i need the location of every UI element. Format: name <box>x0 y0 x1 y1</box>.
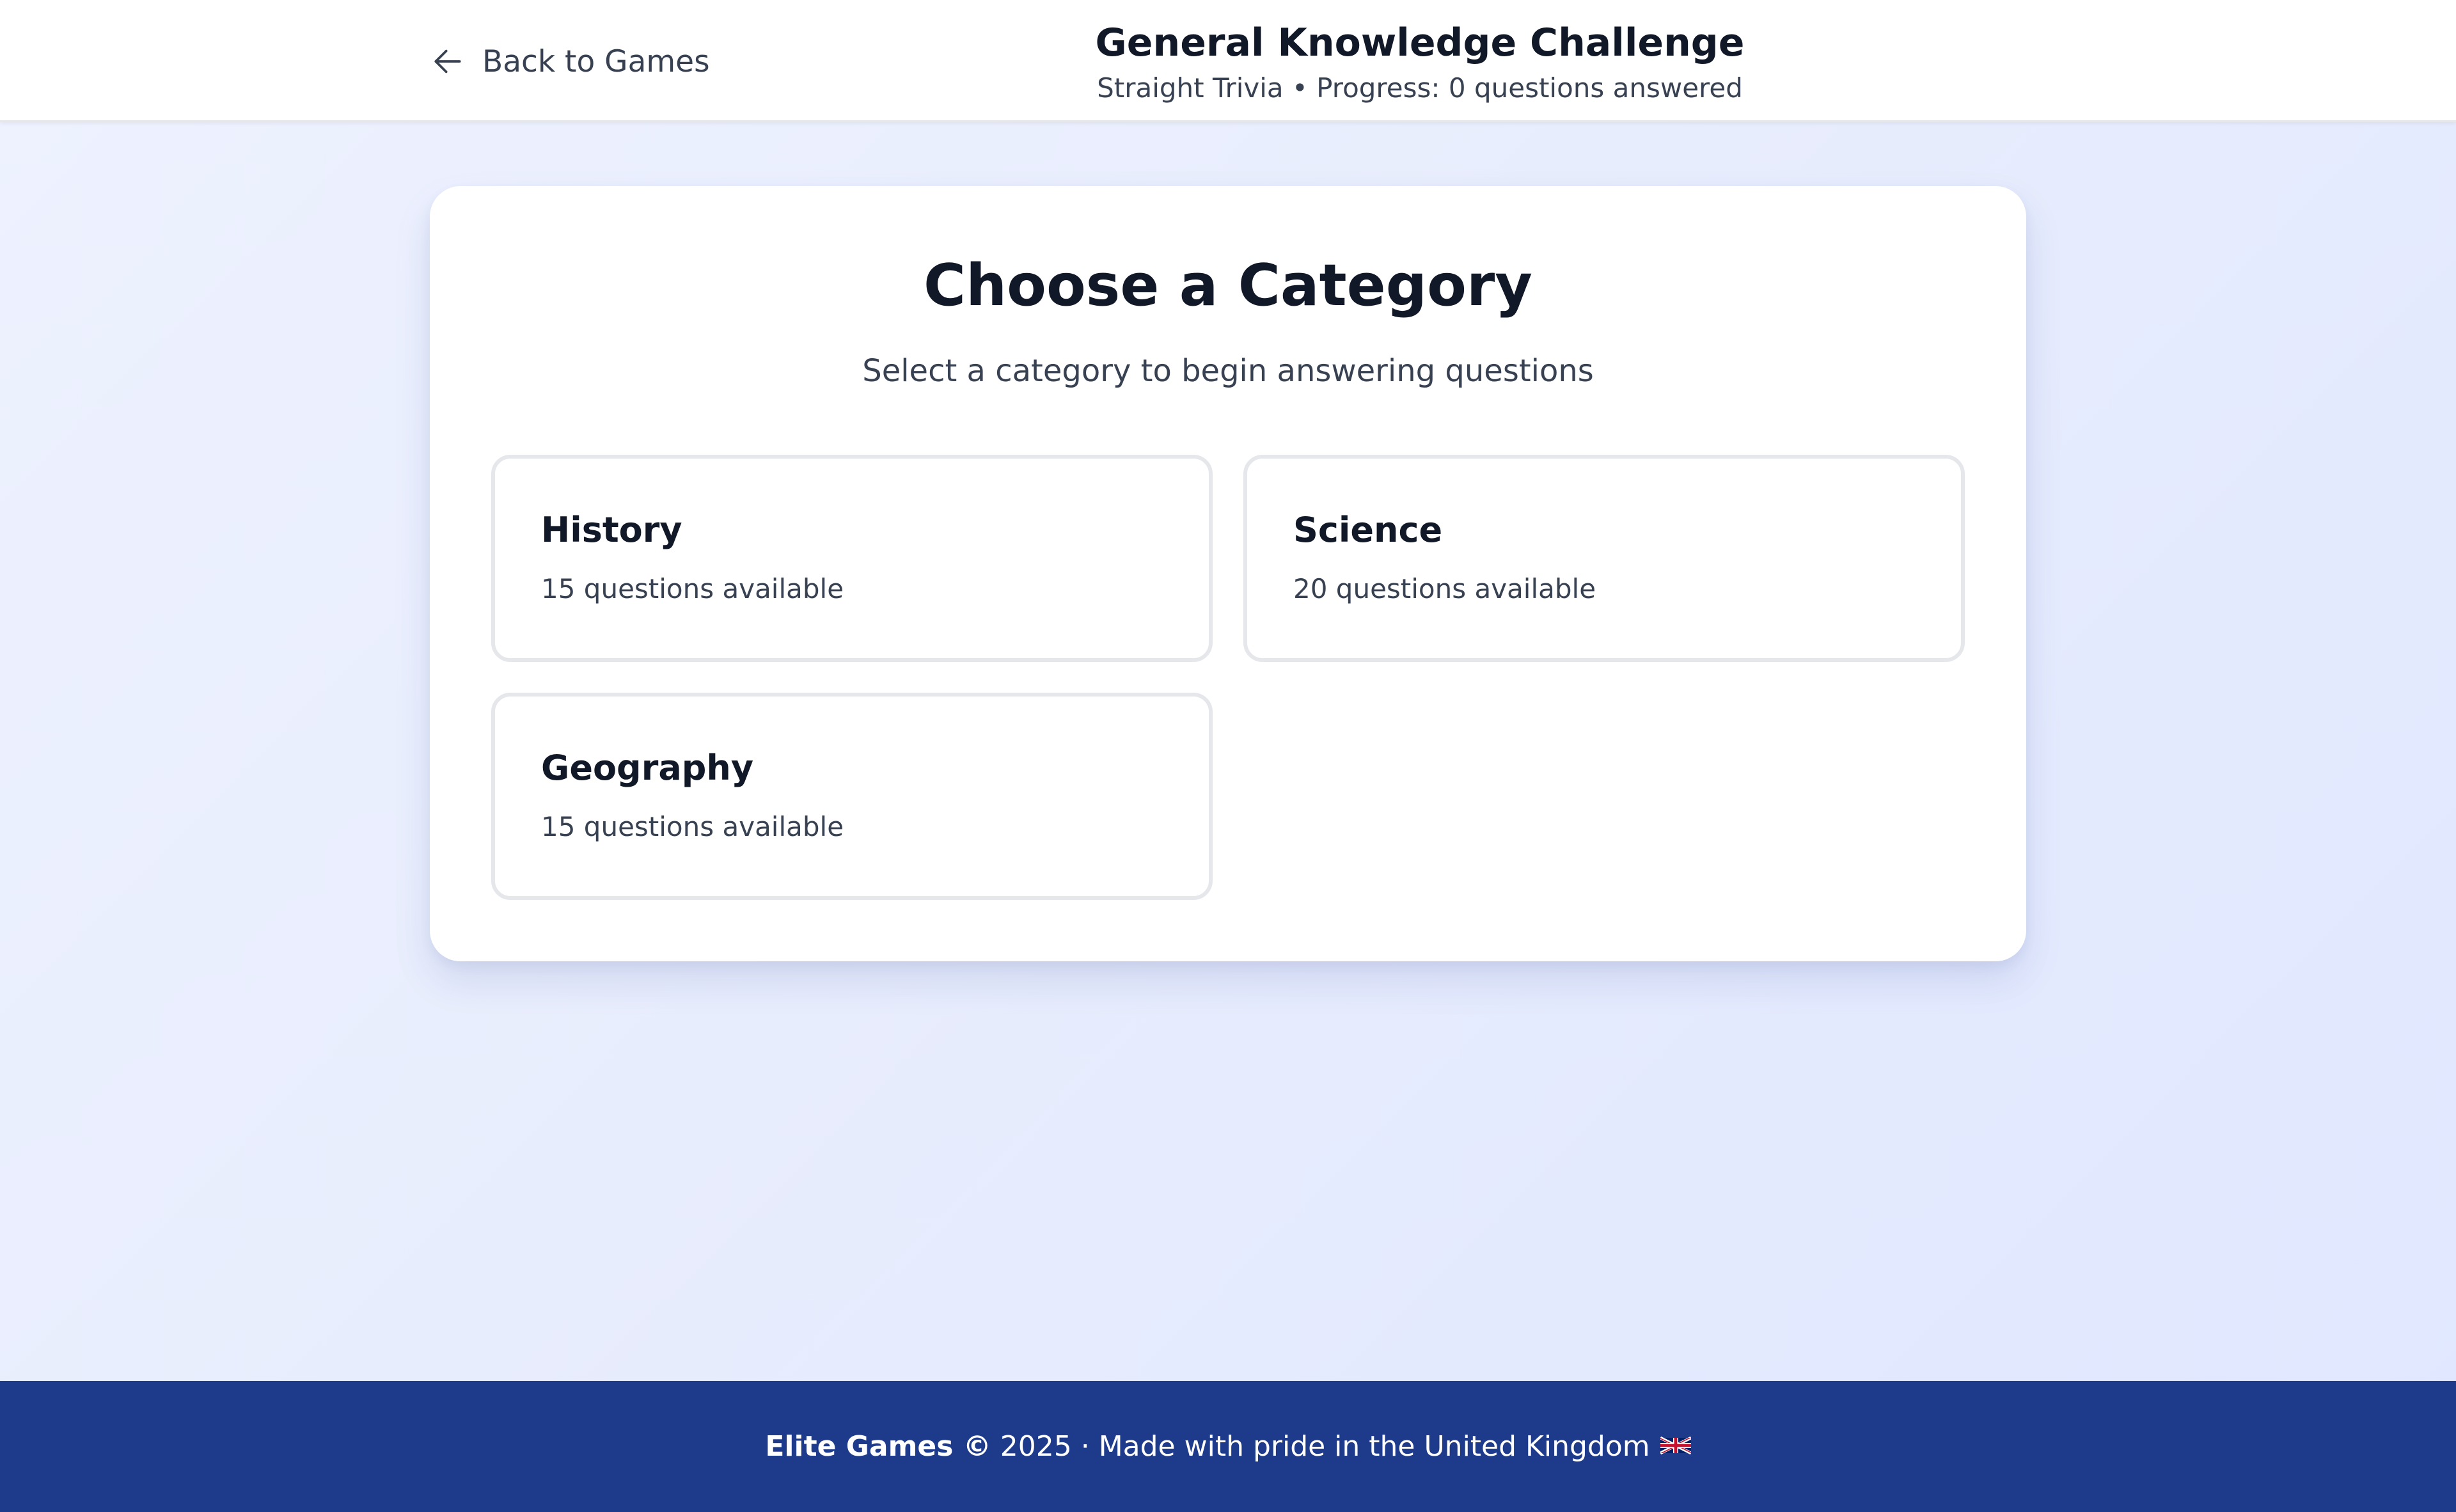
category-question-count: 15 questions available <box>541 811 844 842</box>
category-question-count: 15 questions available <box>541 573 844 604</box>
site-footer: Elite Games © 2025 · Made with pride in … <box>0 1381 2456 1512</box>
category-name: Geography <box>541 748 754 788</box>
category-selection-card: Choose a Category Select a category to b… <box>430 186 2026 961</box>
category-card-science[interactable]: Science 20 questions available <box>1243 455 1965 662</box>
arrow-left-icon <box>430 43 466 79</box>
top-header: Back to Games General Knowledge Challeng… <box>0 0 2456 122</box>
footer-text: 2025 · Made with pride in the United Kin… <box>1000 1430 1650 1463</box>
game-title: General Knowledge Challenge <box>1095 20 1745 65</box>
footer-brand: Elite Games © <box>765 1430 991 1463</box>
page-subtitle: Select a category to begin answering que… <box>862 353 1594 389</box>
page-title: Choose a Category <box>924 252 1532 319</box>
game-progress-subtitle: Straight Trivia • Progress: 0 questions … <box>1097 72 1743 104</box>
back-link-label: Back to Games <box>482 43 710 79</box>
category-card-geography[interactable]: Geography 15 questions available <box>491 693 1213 900</box>
category-question-count: 20 questions available <box>1293 573 1596 604</box>
header-center: General Knowledge Challenge Straight Tri… <box>755 15 2085 106</box>
uk-flag-icon <box>1660 1435 1691 1456</box>
back-to-games-link[interactable]: Back to Games <box>430 38 710 84</box>
category-card-history[interactable]: History 15 questions available <box>491 455 1213 662</box>
category-name: History <box>541 510 682 550</box>
category-name: Science <box>1293 510 1443 550</box>
